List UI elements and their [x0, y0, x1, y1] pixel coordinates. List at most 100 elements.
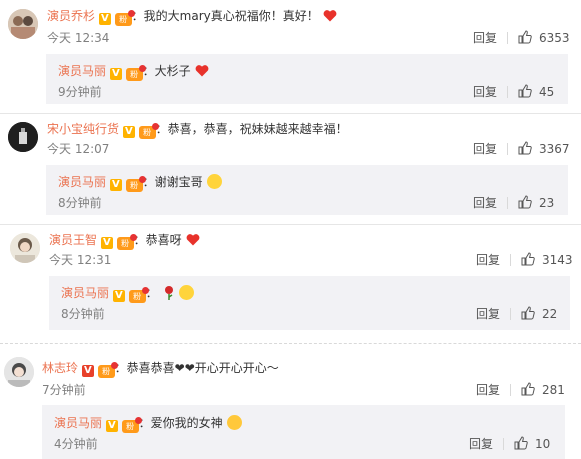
commenter-name[interactable]: 演员王智 — [49, 233, 97, 247]
reply-time: 8分钟前 — [58, 196, 102, 210]
avatar-photo — [8, 122, 38, 152]
vip-v-icon: V — [112, 290, 125, 302]
comment-divider — [0, 224, 581, 225]
kiss-emoji-icon — [226, 415, 242, 430]
heart-icon — [195, 65, 208, 77]
thumb-up-icon — [521, 252, 535, 266]
vip-v-icon: V — [81, 365, 94, 377]
fan-badge-icon: 粉 — [138, 123, 159, 139]
reply-time: 9分钟前 — [58, 85, 102, 99]
fan-badge-icon: 粉 — [125, 176, 146, 192]
comment-line: 林志玲 V 粉：恭喜恭喜❤❤开心开心开心～ — [42, 360, 279, 378]
avatar-photo — [4, 357, 34, 387]
avatar-photo — [8, 9, 38, 39]
fan-badge-icon: 粉 — [128, 287, 149, 303]
reply-button[interactable]: 回复 — [473, 30, 497, 46]
reply-button[interactable]: 回复 — [473, 141, 497, 157]
avatar-photo — [10, 233, 40, 263]
like-count: 45 — [539, 85, 555, 99]
like-count: 22 — [542, 307, 558, 321]
avatar[interactable] — [8, 9, 38, 39]
reply-button[interactable]: 回复 — [473, 195, 497, 211]
reply-line: 演员马丽 V 粉： — [61, 285, 195, 303]
comment-text: ：恭喜呀 — [133, 233, 182, 247]
divider — [510, 384, 511, 396]
like-count: 23 — [539, 196, 555, 210]
smile-emoji-icon — [179, 285, 195, 300]
vip-v-icon: V — [109, 179, 122, 191]
like-button[interactable]: 23 — [518, 195, 554, 211]
reply-button[interactable]: 回复 — [476, 252, 500, 268]
reply-button[interactable]: 回复 — [476, 382, 500, 398]
vip-v-icon: V — [100, 237, 113, 249]
comment-line: 演员乔杉 V 粉：我的大mary真心祝福你！真好！ — [47, 8, 337, 26]
comment-divider — [0, 343, 581, 344]
like-count: 6353 — [539, 31, 570, 45]
reply-line: 演员马丽 V 粉：爱你我的女神 — [54, 415, 242, 433]
fan-badge-icon: 粉 — [121, 417, 142, 433]
fan-badge-icon: 粉 — [116, 234, 137, 250]
reply-time: 8分钟前 — [61, 307, 105, 321]
reply-button[interactable]: 回复 — [469, 436, 493, 452]
thumb-up-icon — [521, 306, 535, 320]
thumb-up-icon — [518, 141, 532, 155]
thumb-up-icon — [514, 436, 528, 450]
replier-name[interactable]: 演员马丽 — [58, 175, 106, 189]
replier-name[interactable]: 演员马丽 — [61, 286, 109, 300]
reply-button[interactable]: 回复 — [473, 84, 497, 100]
avatar[interactable] — [10, 233, 40, 263]
comment-line: 演员王智 V 粉：恭喜呀 — [49, 232, 200, 250]
rose-icon — [164, 286, 173, 300]
like-button[interactable]: 22 — [521, 306, 557, 322]
avatar[interactable] — [4, 357, 34, 387]
comment-time: 今天 12:34 — [47, 31, 110, 45]
comment-time: 今天 12:31 — [49, 253, 112, 267]
heart-icon — [323, 10, 336, 22]
replier-name[interactable]: 演员马丽 — [54, 416, 102, 430]
vip-v-icon: V — [122, 126, 135, 138]
commenter-name[interactable]: 演员乔杉 — [47, 9, 95, 23]
reply-line: 演员马丽 V 粉：谢谢宝哥 — [58, 174, 222, 192]
fan-badge-icon: 粉 — [125, 65, 146, 81]
comment-divider — [0, 113, 581, 114]
divider — [510, 254, 511, 266]
comment-time: 今天 12:07 — [47, 142, 110, 156]
like-count: 3143 — [542, 253, 573, 267]
like-button[interactable]: 6353 — [518, 30, 570, 46]
divider — [507, 197, 508, 209]
comment-text: ：恭喜，恭喜，祝妹妹越来越幸福！ — [155, 122, 348, 136]
divider — [503, 438, 504, 450]
heart-icon — [186, 234, 199, 246]
like-button[interactable]: 10 — [514, 436, 550, 452]
fan-badge-icon: 粉 — [114, 10, 135, 26]
comment-text: ：我的大mary真心祝福你！真好！ — [131, 9, 319, 23]
like-count: 3367 — [539, 142, 570, 156]
divider — [507, 143, 508, 155]
vip-v-icon: V — [105, 420, 118, 432]
like-button[interactable]: 3367 — [518, 141, 570, 157]
vip-v-icon: V — [109, 68, 122, 80]
like-button[interactable]: 45 — [518, 84, 554, 100]
reply-text: ：谢谢宝哥 — [142, 175, 203, 189]
comment-time: 7分钟前 — [42, 383, 86, 397]
reply-text: ：爱你我的女神 — [138, 416, 223, 430]
comment-text: ：恭喜恭喜❤❤开心开心开心～ — [114, 361, 279, 375]
commenter-name[interactable]: 宋小宝纯行货 — [47, 122, 119, 136]
vip-v-icon: V — [98, 13, 111, 25]
thumb-up-icon — [518, 84, 532, 98]
like-button[interactable]: 281 — [521, 382, 565, 398]
like-button[interactable]: 3143 — [521, 252, 573, 268]
reply-text: ：大杉子 — [142, 64, 191, 78]
avatar[interactable] — [8, 122, 38, 152]
reply-time: 4分钟前 — [54, 437, 98, 451]
replier-name[interactable]: 演员马丽 — [58, 64, 106, 78]
divider — [507, 86, 508, 98]
thumb-up-icon — [518, 30, 532, 44]
divider — [510, 308, 511, 320]
smile-emoji-icon — [206, 174, 222, 189]
reply-button[interactable]: 回复 — [476, 306, 500, 322]
like-count: 281 — [542, 383, 565, 397]
commenter-name[interactable]: 林志玲 — [42, 361, 78, 375]
fan-badge-icon: 粉 — [97, 362, 118, 378]
reply-line: 演员马丽 V 粉：大杉子 — [58, 63, 209, 81]
